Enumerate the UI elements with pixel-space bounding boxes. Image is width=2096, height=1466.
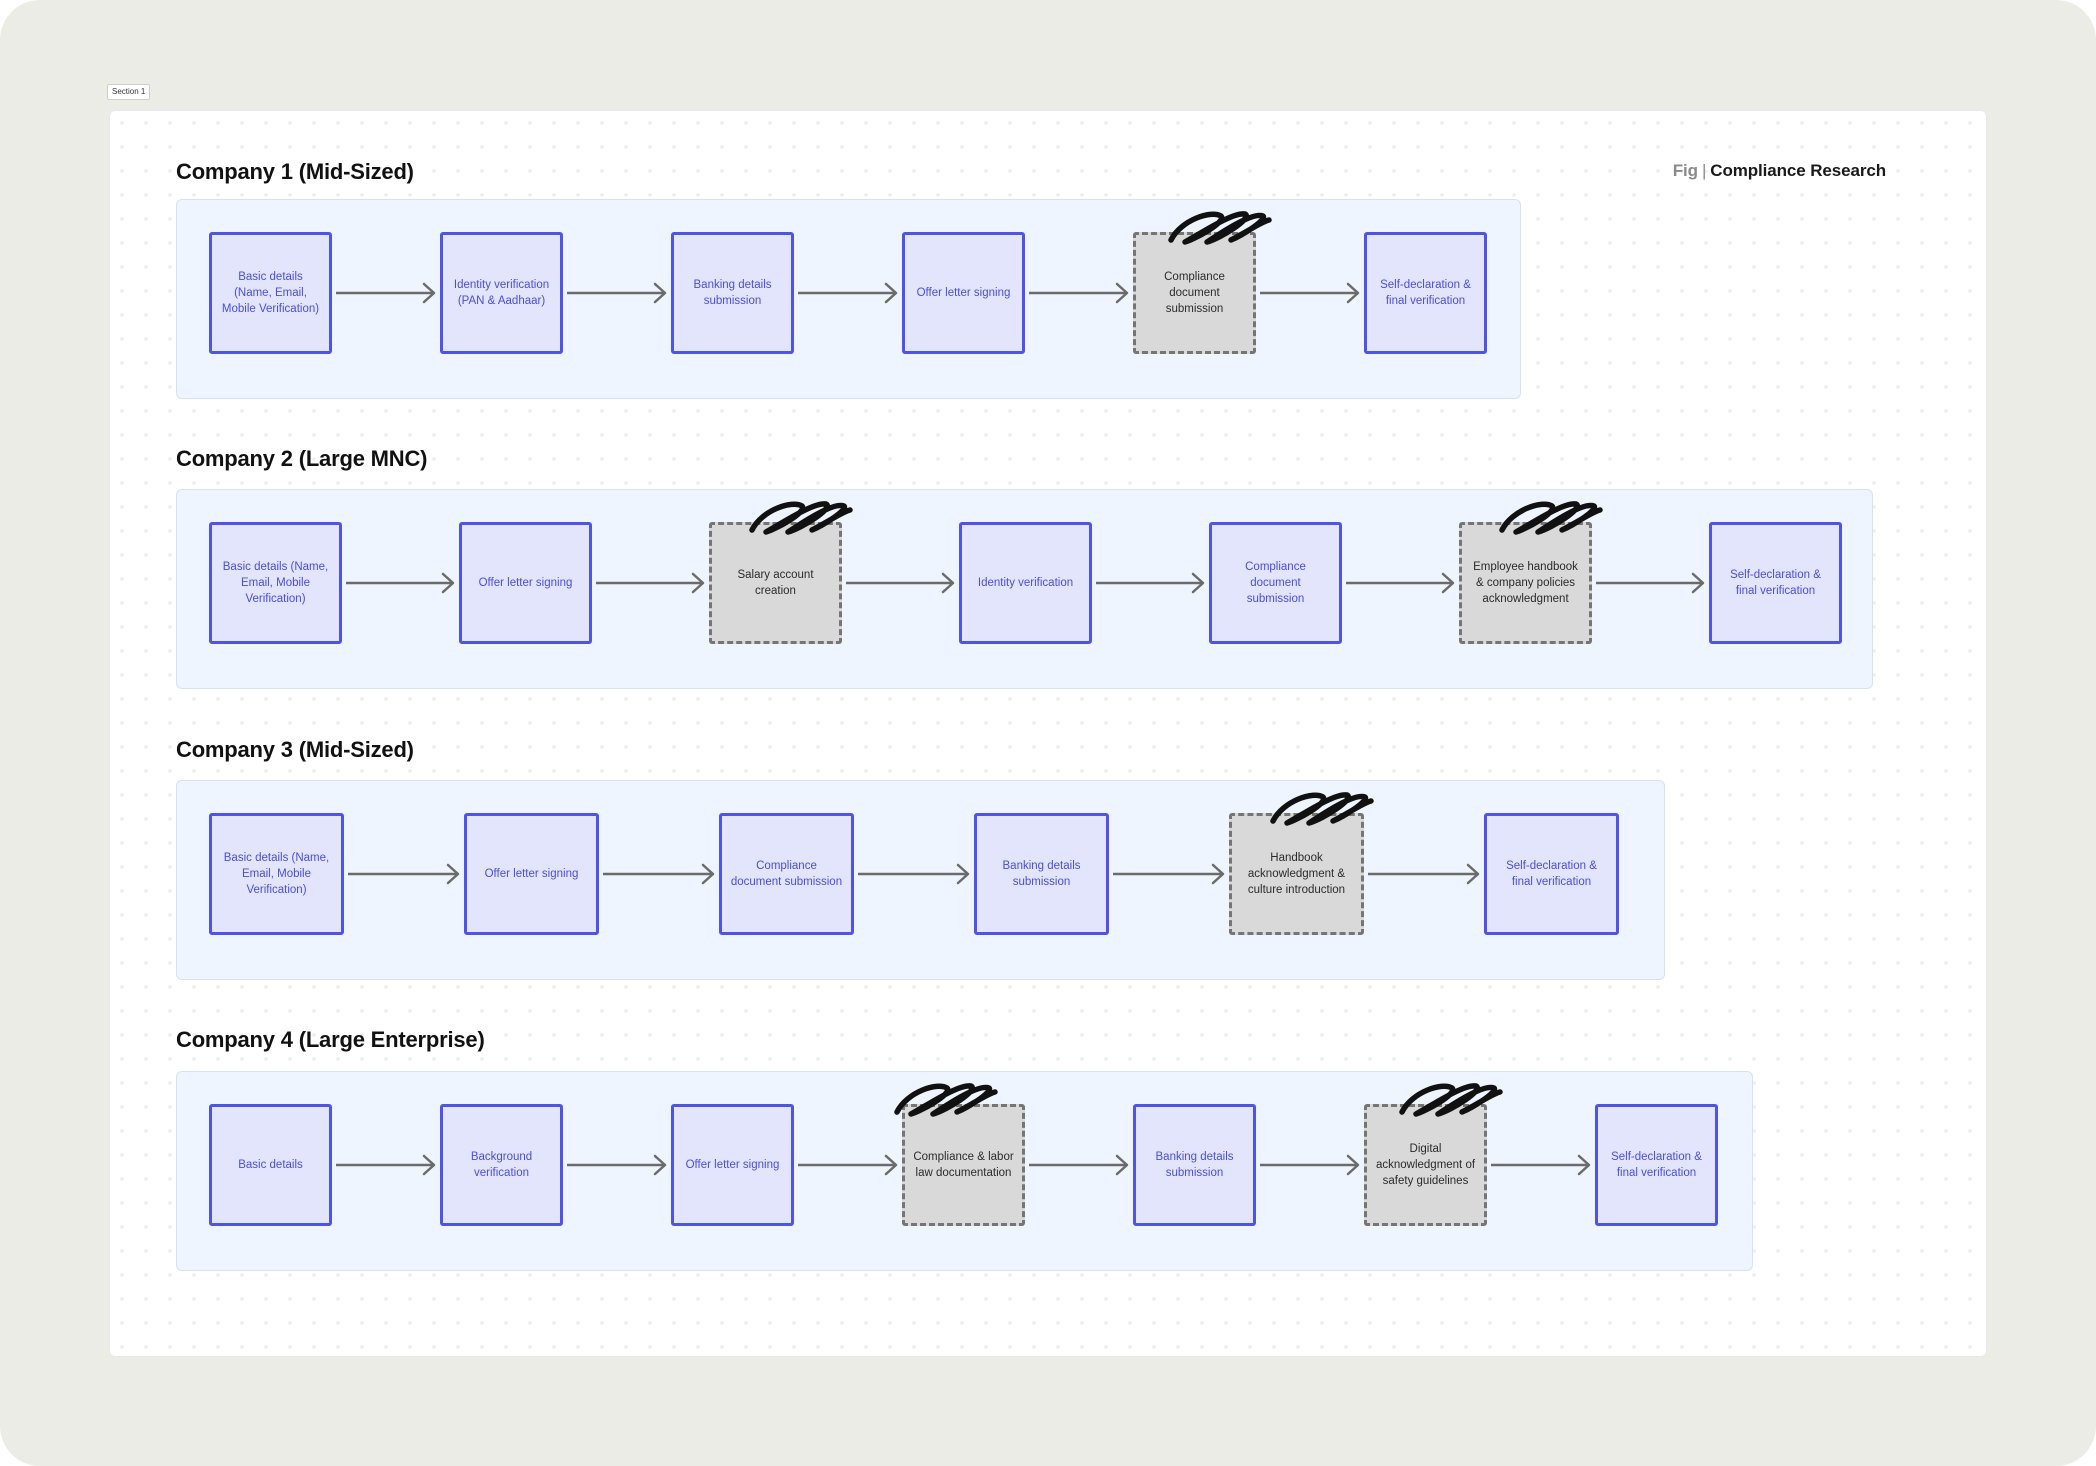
company-2-title: Company 2 (Large MNC) [176,446,428,471]
flow-step[interactable]: Compliance document submission [719,813,854,935]
flow-step-label: Background verification [470,1151,533,1179]
flow-step-label: Digital acknowledgment of safety guideli… [1375,1143,1476,1187]
flow-step-label: Offer letter signing [484,868,579,880]
flow-step[interactable]: Banking details submission [671,232,794,354]
flow-arrow [336,1154,436,1176]
flow-step-missing[interactable]: Handbook acknowledgment & culture introd… [1229,813,1364,935]
flow-step[interactable]: Self-declaration & final verification [1484,813,1619,935]
flow-step[interactable]: Self-declaration & final verification [1364,232,1487,354]
flow-step[interactable]: Compliance document submission [1209,522,1342,644]
flow-arrow [1368,863,1480,885]
flow-step-label: Offer letter signing [685,1159,780,1171]
flow-step-label: Offer letter signing [478,577,573,589]
flow-arrow [1346,572,1455,594]
company-4-flow-panel: Basic details Background verification Offe… [176,1071,1753,1271]
flow-step[interactable]: Offer letter signing [464,813,599,935]
figure-prefix: Fig [1672,161,1698,180]
company-4-title: Company 4 (Large Enterprise) [176,1027,485,1052]
flow-step-missing[interactable]: Compliance document submission [1133,232,1256,354]
flow-step[interactable]: Identity verification (PAN & Aadhaar) [440,232,563,354]
flow-step-label: Basic details (Name, Email, Mobile Verif… [223,852,330,896]
flow-step-label: Compliance document submission [730,860,843,888]
flow-step-label: Identity verification [977,577,1074,589]
flow-step-missing[interactable]: Digital acknowledgment of safety guideli… [1364,1104,1487,1226]
flow-arrow [567,282,667,304]
flow-step[interactable]: Basic details (Name, Email, Mobile Verif… [209,813,344,935]
flow-arrow [1029,1154,1129,1176]
flow-arrow [858,863,970,885]
figure-title: Compliance Research [1710,161,1886,180]
flow-step[interactable]: Banking details submission [1133,1104,1256,1226]
company-1-flow-panel: Basic details (Name, Email, Mobile Verif… [176,199,1521,399]
flow-step-label: Banking details submission [1002,860,1081,888]
company-3-flow-panel: Basic details (Name, Email, Mobile Verif… [176,780,1665,980]
diagram-canvas: Fig | Compliance Research Company 1 (Mid-S… [109,110,1987,1357]
flow-step-label: Handbook acknowledgment & culture introd… [1247,852,1346,896]
flow-step-label: Identity verification (PAN & Aadhaar) [453,279,550,307]
flow-step-missing[interactable]: Salary account creation [709,522,842,644]
flow-step-label: Basic details (Name, Email, Mobile Verif… [221,271,320,315]
flow-arrow [798,282,898,304]
flow-arrow [846,572,955,594]
flow-step[interactable]: Offer letter signing [671,1104,794,1226]
flow-step-missing[interactable]: Compliance & labor law documentation [902,1104,1025,1226]
flow-step-label: Salary account creation [737,569,814,597]
flow-step[interactable]: Basic details (Name, Email, Mobile Verif… [209,232,332,354]
flow-step[interactable]: Banking details submission [974,813,1109,935]
flow-step-label: Compliance document submission [1164,271,1225,315]
app-background: Section 1 Fig | Compliance Research Compan… [0,0,2096,1466]
flow-arrow [1113,863,1225,885]
section-label[interactable]: Section 1 [107,84,151,100]
flow-arrow [1596,572,1705,594]
flow-step-label: Compliance & labor law documentation [913,1151,1014,1179]
flow-arrow [1260,282,1360,304]
flow-step-label: Self-declaration & final verification [1506,860,1597,888]
flow-step[interactable]: Basic details [209,1104,332,1226]
flow-arrow [1491,1154,1591,1176]
flow-step-label: Banking details submission [1155,1151,1234,1179]
flow-step-label: Basic details [238,1159,303,1171]
flow-step[interactable]: Identity verification [959,522,1092,644]
flow-step-label: Compliance document submission [1245,561,1306,605]
flow-arrow [567,1154,667,1176]
figure-label: Fig | Compliance Research [1673,161,1886,181]
flow-arrow [1029,282,1129,304]
flow-step[interactable]: Offer letter signing [459,522,592,644]
flow-arrow [798,1154,898,1176]
figure-separator: | [1701,161,1707,180]
flow-step-missing[interactable]: Employee handbook & company policies ack… [1459,522,1592,644]
flow-step-label: Offer letter signing [916,287,1011,299]
flow-step[interactable]: Self-declaration & final verification [1709,522,1842,644]
company-1-title: Company 1 (Mid-Sized) [176,159,414,184]
company-3-title: Company 3 (Mid-Sized) [176,737,414,762]
flow-step[interactable]: Self-declaration & final verification [1595,1104,1718,1226]
flow-step[interactable]: Background verification [440,1104,563,1226]
flow-arrow [1096,572,1205,594]
flow-step-label: Banking details submission [693,279,772,307]
flow-step[interactable]: Basic details (Name, Email, Mobile Verif… [209,522,342,644]
flow-step-label: Self-declaration & final verification [1380,279,1471,307]
flow-step[interactable]: Offer letter signing [902,232,1025,354]
flow-step-label: Self-declaration & final verification [1611,1151,1702,1179]
flow-arrow [1260,1154,1360,1176]
flow-step-label: Self-declaration & final verification [1730,569,1821,597]
company-2-flow-panel: Basic details (Name, Email, Mobile Verif… [176,489,1873,689]
flow-arrow [336,282,436,304]
flow-arrow [348,863,460,885]
flow-arrow [346,572,455,594]
flow-step-label: Employee handbook & company policies ack… [1473,561,1578,605]
flow-arrow [603,863,715,885]
flow-step-label: Basic details (Name, Email, Mobile Verif… [222,561,329,605]
flow-arrow [596,572,705,594]
